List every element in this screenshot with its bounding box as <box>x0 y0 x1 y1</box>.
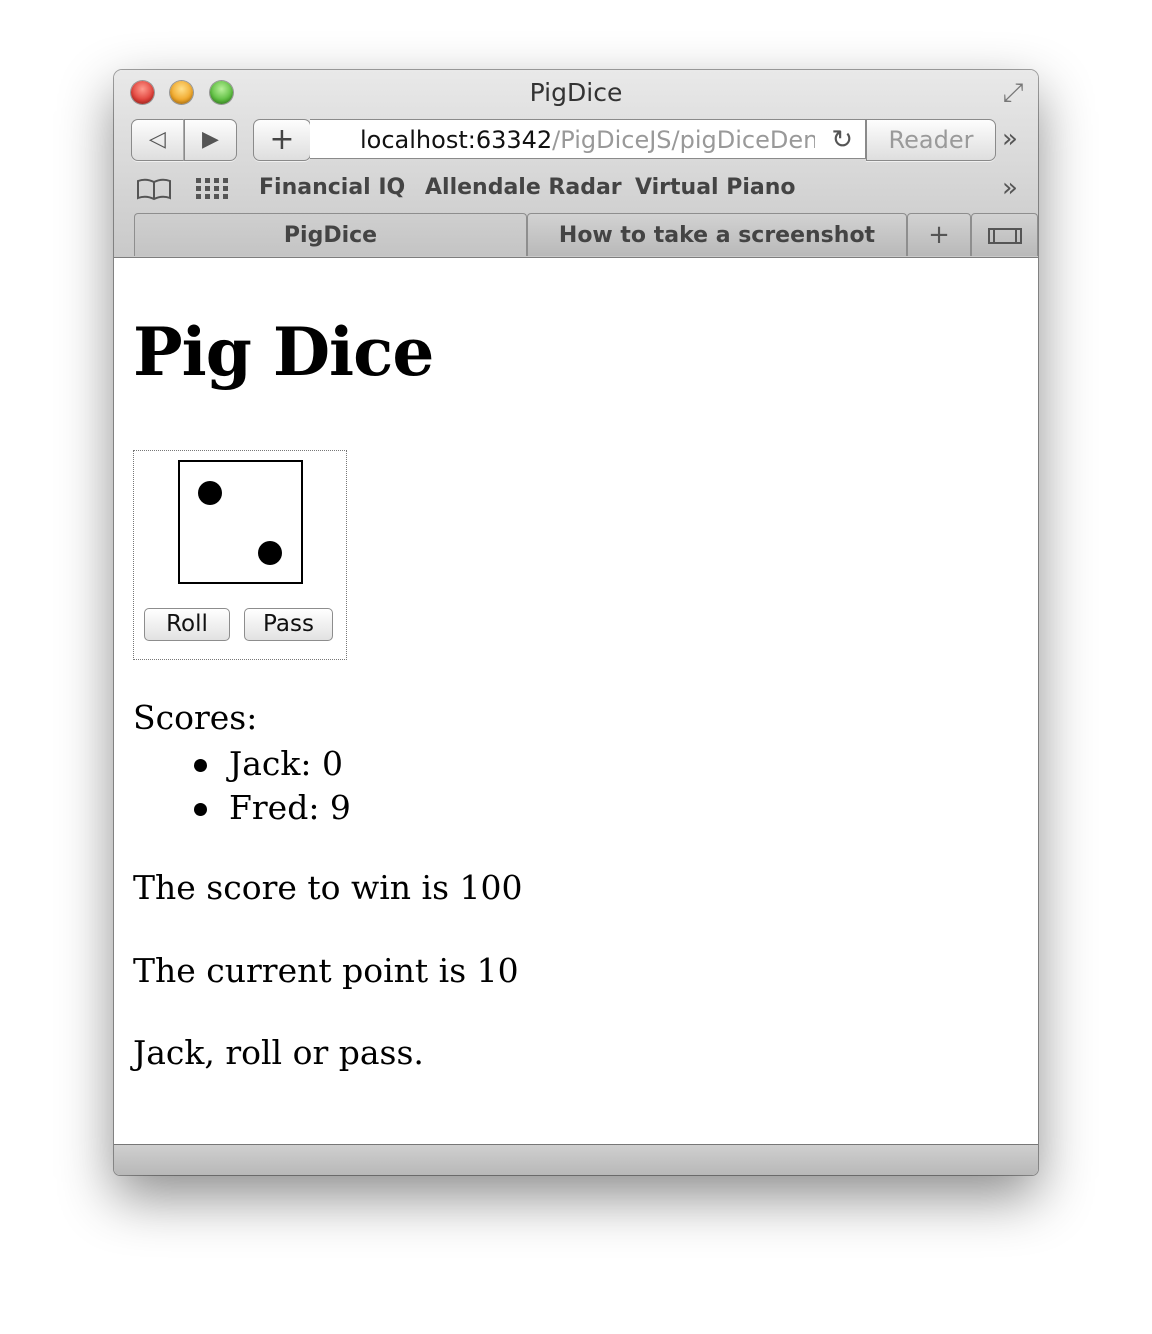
page-title: Pig Dice <box>133 313 434 391</box>
forward-arrow-icon: ▶ <box>202 127 219 152</box>
pass-button[interactable]: Pass <box>244 608 333 641</box>
die-pip <box>258 541 282 565</box>
browser-chrome: PigDice ⤢ ◁ ▶ + localhost:63342/PigDiceJ… <box>114 70 1038 258</box>
score-text: Fred: 9 <box>229 788 351 827</box>
bookmark-financial-iq[interactable]: Financial IQ <box>259 172 405 204</box>
fullscreen-icon[interactable]: ⤢ <box>998 78 1028 108</box>
score-item: Fred: 9 <box>184 786 351 830</box>
address-bar[interactable]: localhost:63342/PigDiceJS/pigDiceDen ↻ <box>310 119 866 159</box>
bullet-icon <box>194 759 207 772</box>
add-bookmark-button[interactable]: + <box>253 119 311 161</box>
toolbar-overflow-icon[interactable]: » <box>1002 124 1018 154</box>
bullet-icon <box>194 803 207 816</box>
url-text: localhost:63342/PigDiceJS/pigDiceDen <box>360 120 815 160</box>
score-text: Jack: 0 <box>229 744 343 783</box>
back-button[interactable]: ◁ <box>131 119 184 161</box>
reader-label: Reader <box>888 126 974 154</box>
top-sites-grid-icon[interactable] <box>196 172 228 204</box>
status-bar <box>114 1144 1038 1175</box>
current-point-text: The current point is 10 <box>133 951 519 990</box>
tab-bar: PigDice How to take a screenshot + <box>114 211 1038 257</box>
browser-window: PigDice ⤢ ◁ ▶ + localhost:63342/PigDiceJ… <box>114 70 1038 1175</box>
score-item: Jack: 0 <box>184 742 351 786</box>
die-pip <box>198 481 222 505</box>
die-face <box>178 460 303 584</box>
tab-view-icon <box>972 214 1037 257</box>
forward-button[interactable]: ▶ <box>184 119 237 161</box>
bookmarks-overflow-icon[interactable]: » <box>1002 173 1018 203</box>
back-arrow-icon: ◁ <box>149 127 166 152</box>
url-host: localhost:63342 <box>360 126 553 154</box>
tab-label: How to take a screenshot <box>558 223 876 248</box>
turn-prompt-text: Jack, roll or pass. <box>133 1033 424 1072</box>
dice-panel: Roll Pass <box>133 450 347 660</box>
roll-button[interactable]: Roll <box>144 608 230 641</box>
tab-screenshot-howto[interactable]: How to take a screenshot <box>527 213 907 256</box>
window-title: PigDice <box>529 78 623 107</box>
reading-list-icon[interactable] <box>136 172 172 204</box>
tab-pigdice[interactable]: PigDice <box>134 213 527 256</box>
scores-heading: Scores: <box>133 698 258 737</box>
page-content: Pig Dice Roll Pass Scores: Jack: 0 Fred:… <box>114 258 1038 1144</box>
plus-icon: + <box>928 220 950 250</box>
score-list: Jack: 0 Fred: 9 <box>184 742 351 830</box>
plus-icon: + <box>269 122 295 157</box>
url-path: /PigDiceJS/pigDiceDen <box>552 126 815 154</box>
new-tab-button[interactable]: + <box>907 213 971 256</box>
win-score-text: The score to win is 100 <box>133 868 523 907</box>
bookmark-allendale-radar[interactable]: Allendale Radar <box>425 172 622 204</box>
bookmark-virtual-piano[interactable]: Virtual Piano <box>635 172 796 204</box>
tab-view-button[interactable] <box>971 213 1038 256</box>
reader-button[interactable]: Reader <box>866 119 996 161</box>
bookmarks-bar: Financial IQ Allendale Radar Virtual Pia… <box>114 172 1038 204</box>
reload-icon[interactable]: ↻ <box>831 120 853 160</box>
tab-label: PigDice <box>283 223 378 248</box>
